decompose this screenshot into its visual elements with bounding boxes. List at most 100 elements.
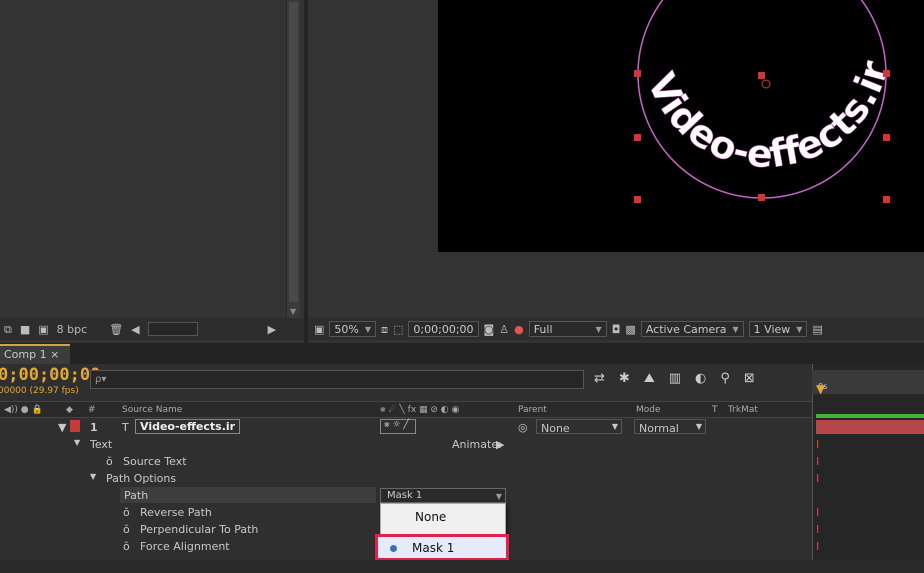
graph-editor-icon[interactable]: ⚲ (720, 371, 730, 386)
expand-triangle-icon[interactable]: ▼ (58, 421, 66, 434)
tab-label: Comp 1 (4, 348, 47, 361)
header-t: T (712, 405, 718, 415)
comp-mini-flowchart-icon[interactable]: ⇄ (594, 371, 605, 386)
keyframe-marker-icon[interactable]: I (816, 455, 819, 468)
keyframe-marker-icon[interactable]: I (816, 438, 819, 451)
new-folder-icon[interactable]: ■ (20, 324, 30, 335)
timeline-bottom-bar (0, 560, 924, 573)
preview-icon[interactable]: ▣ (314, 324, 324, 335)
parent-pickwhip-icon[interactable]: ◎ (518, 421, 528, 434)
parent-dropdown[interactable]: None ▼ (536, 419, 622, 435)
layer-handle[interactable] (883, 196, 890, 203)
tab-comp1[interactable]: Comp 1 × (0, 344, 70, 364)
work-area-bar[interactable] (816, 414, 924, 418)
mask-path-value: Mask 1 (387, 490, 423, 501)
comp-timecode[interactable]: 0;00;00;00 (408, 321, 479, 337)
zoom-value: 50% (334, 322, 359, 336)
path-options-row[interactable]: ▼ Path Options (0, 470, 812, 487)
composition-canvas[interactable]: Video-effects.ir (438, 0, 924, 252)
resolution-dropdown[interactable]: Full ▼ (528, 321, 607, 337)
scroll-right-icon[interactable]: ▶ (268, 324, 276, 335)
expand-triangle-icon[interactable]: ▼ (74, 438, 80, 447)
layer-switches[interactable]: ⨳ ☼ ╱ (380, 419, 416, 434)
menu-item-mask1-label: Mask 1 (412, 541, 455, 555)
chevron-down-icon: ▼ (695, 422, 702, 431)
resolution-value: Full (533, 322, 553, 336)
frame-rate-label: 00000 (29.97 fps) (0, 386, 79, 396)
roi-icon[interactable]: ◘ (612, 324, 621, 335)
force-alignment-label: Force Alignment (140, 540, 230, 553)
transparency-grid-icon[interactable]: ▩ (625, 324, 635, 335)
close-icon[interactable]: × (50, 348, 59, 361)
mask-vertex[interactable] (883, 70, 890, 77)
region-icon[interactable]: ⬚ (393, 324, 403, 335)
show-snapshot-icon[interactable]: ♙ (499, 324, 509, 335)
comp-canvas-svg: Video-effects.ir (634, 0, 897, 203)
expand-triangle-icon[interactable]: ▼ (90, 472, 96, 481)
animate-play-icon[interactable]: ▶ (496, 438, 504, 451)
stopwatch-icon[interactable]: ŏ (123, 523, 130, 536)
stopwatch-icon[interactable]: ŏ (123, 506, 130, 519)
keyframe-marker-icon[interactable]: I (816, 523, 819, 536)
mask-dropdown-menu: None Mask 1 (375, 503, 509, 561)
menu-item-none[interactable]: None (381, 506, 505, 528)
camera-value: Active Camera (645, 322, 727, 336)
selected-bullet-icon (390, 545, 397, 552)
layer-handle[interactable] (634, 196, 641, 203)
stopwatch-icon[interactable]: ŏ (106, 455, 113, 468)
layer-handle[interactable] (758, 72, 765, 79)
channel-icon[interactable]: ● (514, 324, 524, 335)
av-switches-icon: ◀)) ● 🔒 (4, 405, 43, 415)
horizontal-scroll-thumb[interactable] (147, 322, 198, 336)
time-ruler[interactable]: 0s (812, 370, 924, 394)
draft-3d-icon[interactable]: ✱ (619, 371, 630, 386)
menu-item-mask1[interactable]: Mask 1 (375, 534, 509, 561)
new-comp-icon[interactable]: ▣ (38, 324, 48, 335)
shy-icon[interactable]: ⛰ (644, 371, 655, 386)
view-dropdown[interactable]: 1 View ▼ (748, 321, 808, 337)
camera-snapshot-icon[interactable]: ◙ (484, 324, 495, 335)
bpc-label[interactable]: 8 bpc (57, 323, 88, 336)
keyframe-marker-icon[interactable]: I (816, 540, 819, 553)
flowchart-icon[interactable]: ⧉ (4, 324, 12, 335)
anchor-point-icon[interactable] (761, 79, 771, 89)
project-scrollbar[interactable]: ▼ (286, 0, 300, 318)
fit-icon[interactable]: ⧈ (381, 324, 388, 335)
label-color-swatch[interactable] (70, 420, 80, 432)
layer-handle[interactable] (883, 134, 890, 141)
header-num: # (88, 405, 96, 415)
header-parent: Parent (518, 405, 547, 415)
text-group-row[interactable]: ▼ Text Animate: ▶ (0, 436, 812, 453)
layer-handle[interactable] (634, 134, 641, 141)
layer-duration-bar[interactable] (816, 420, 924, 434)
chevron-down-icon: ▼ (495, 492, 502, 501)
mode-dropdown[interactable]: Normal ▼ (634, 419, 706, 435)
trash-icon[interactable]: 🗑 (109, 324, 123, 335)
keyframe-marker-icon[interactable]: I (816, 506, 819, 519)
text-layer-icon: T (122, 421, 129, 434)
search-input[interactable]: ρ▾ (90, 370, 584, 389)
timeline-timecode[interactable]: 0;00;00;00 (0, 365, 100, 385)
keyframe-marker-icon[interactable]: I (816, 472, 819, 485)
camera-dropdown[interactable]: Active Camera ▼ (640, 321, 744, 337)
mask-path-dropdown[interactable]: Mask 1 ▼ (380, 488, 506, 503)
source-text-row[interactable]: ŏ Source Text (0, 453, 812, 470)
animate-label[interactable]: Animate: (452, 438, 502, 451)
layer-row[interactable]: ▼ 1 T Video-effects.ir ⨳ ☼ ╱ ◎ None ▼ Nor… (0, 419, 812, 436)
mask-vertex[interactable] (634, 70, 641, 77)
timeline-graph-area[interactable] (812, 364, 924, 573)
perpendicular-label: Perpendicular To Path (140, 523, 259, 536)
scroll-left-icon[interactable]: ◀ (131, 324, 139, 335)
frame-blending-icon[interactable]: ▥ (669, 371, 681, 386)
layer-name[interactable]: Video-effects.ir (135, 419, 241, 434)
zoom-dropdown[interactable]: 50% ▼ (329, 321, 377, 337)
mask-vertex[interactable] (758, 194, 765, 201)
label-icon: ◆ (66, 405, 73, 415)
stopwatch-icon[interactable]: ŏ (123, 540, 130, 553)
playhead-icon[interactable]: ▼ (816, 382, 825, 396)
brainstorm-icon[interactable]: ⊠ (744, 371, 755, 386)
toggle-pixel-icon[interactable]: ▤ (812, 324, 822, 335)
mode-value: Normal (639, 422, 679, 435)
header-source-name[interactable]: Source Name (122, 405, 182, 415)
motion-blur-icon[interactable]: ◐ (695, 371, 706, 386)
